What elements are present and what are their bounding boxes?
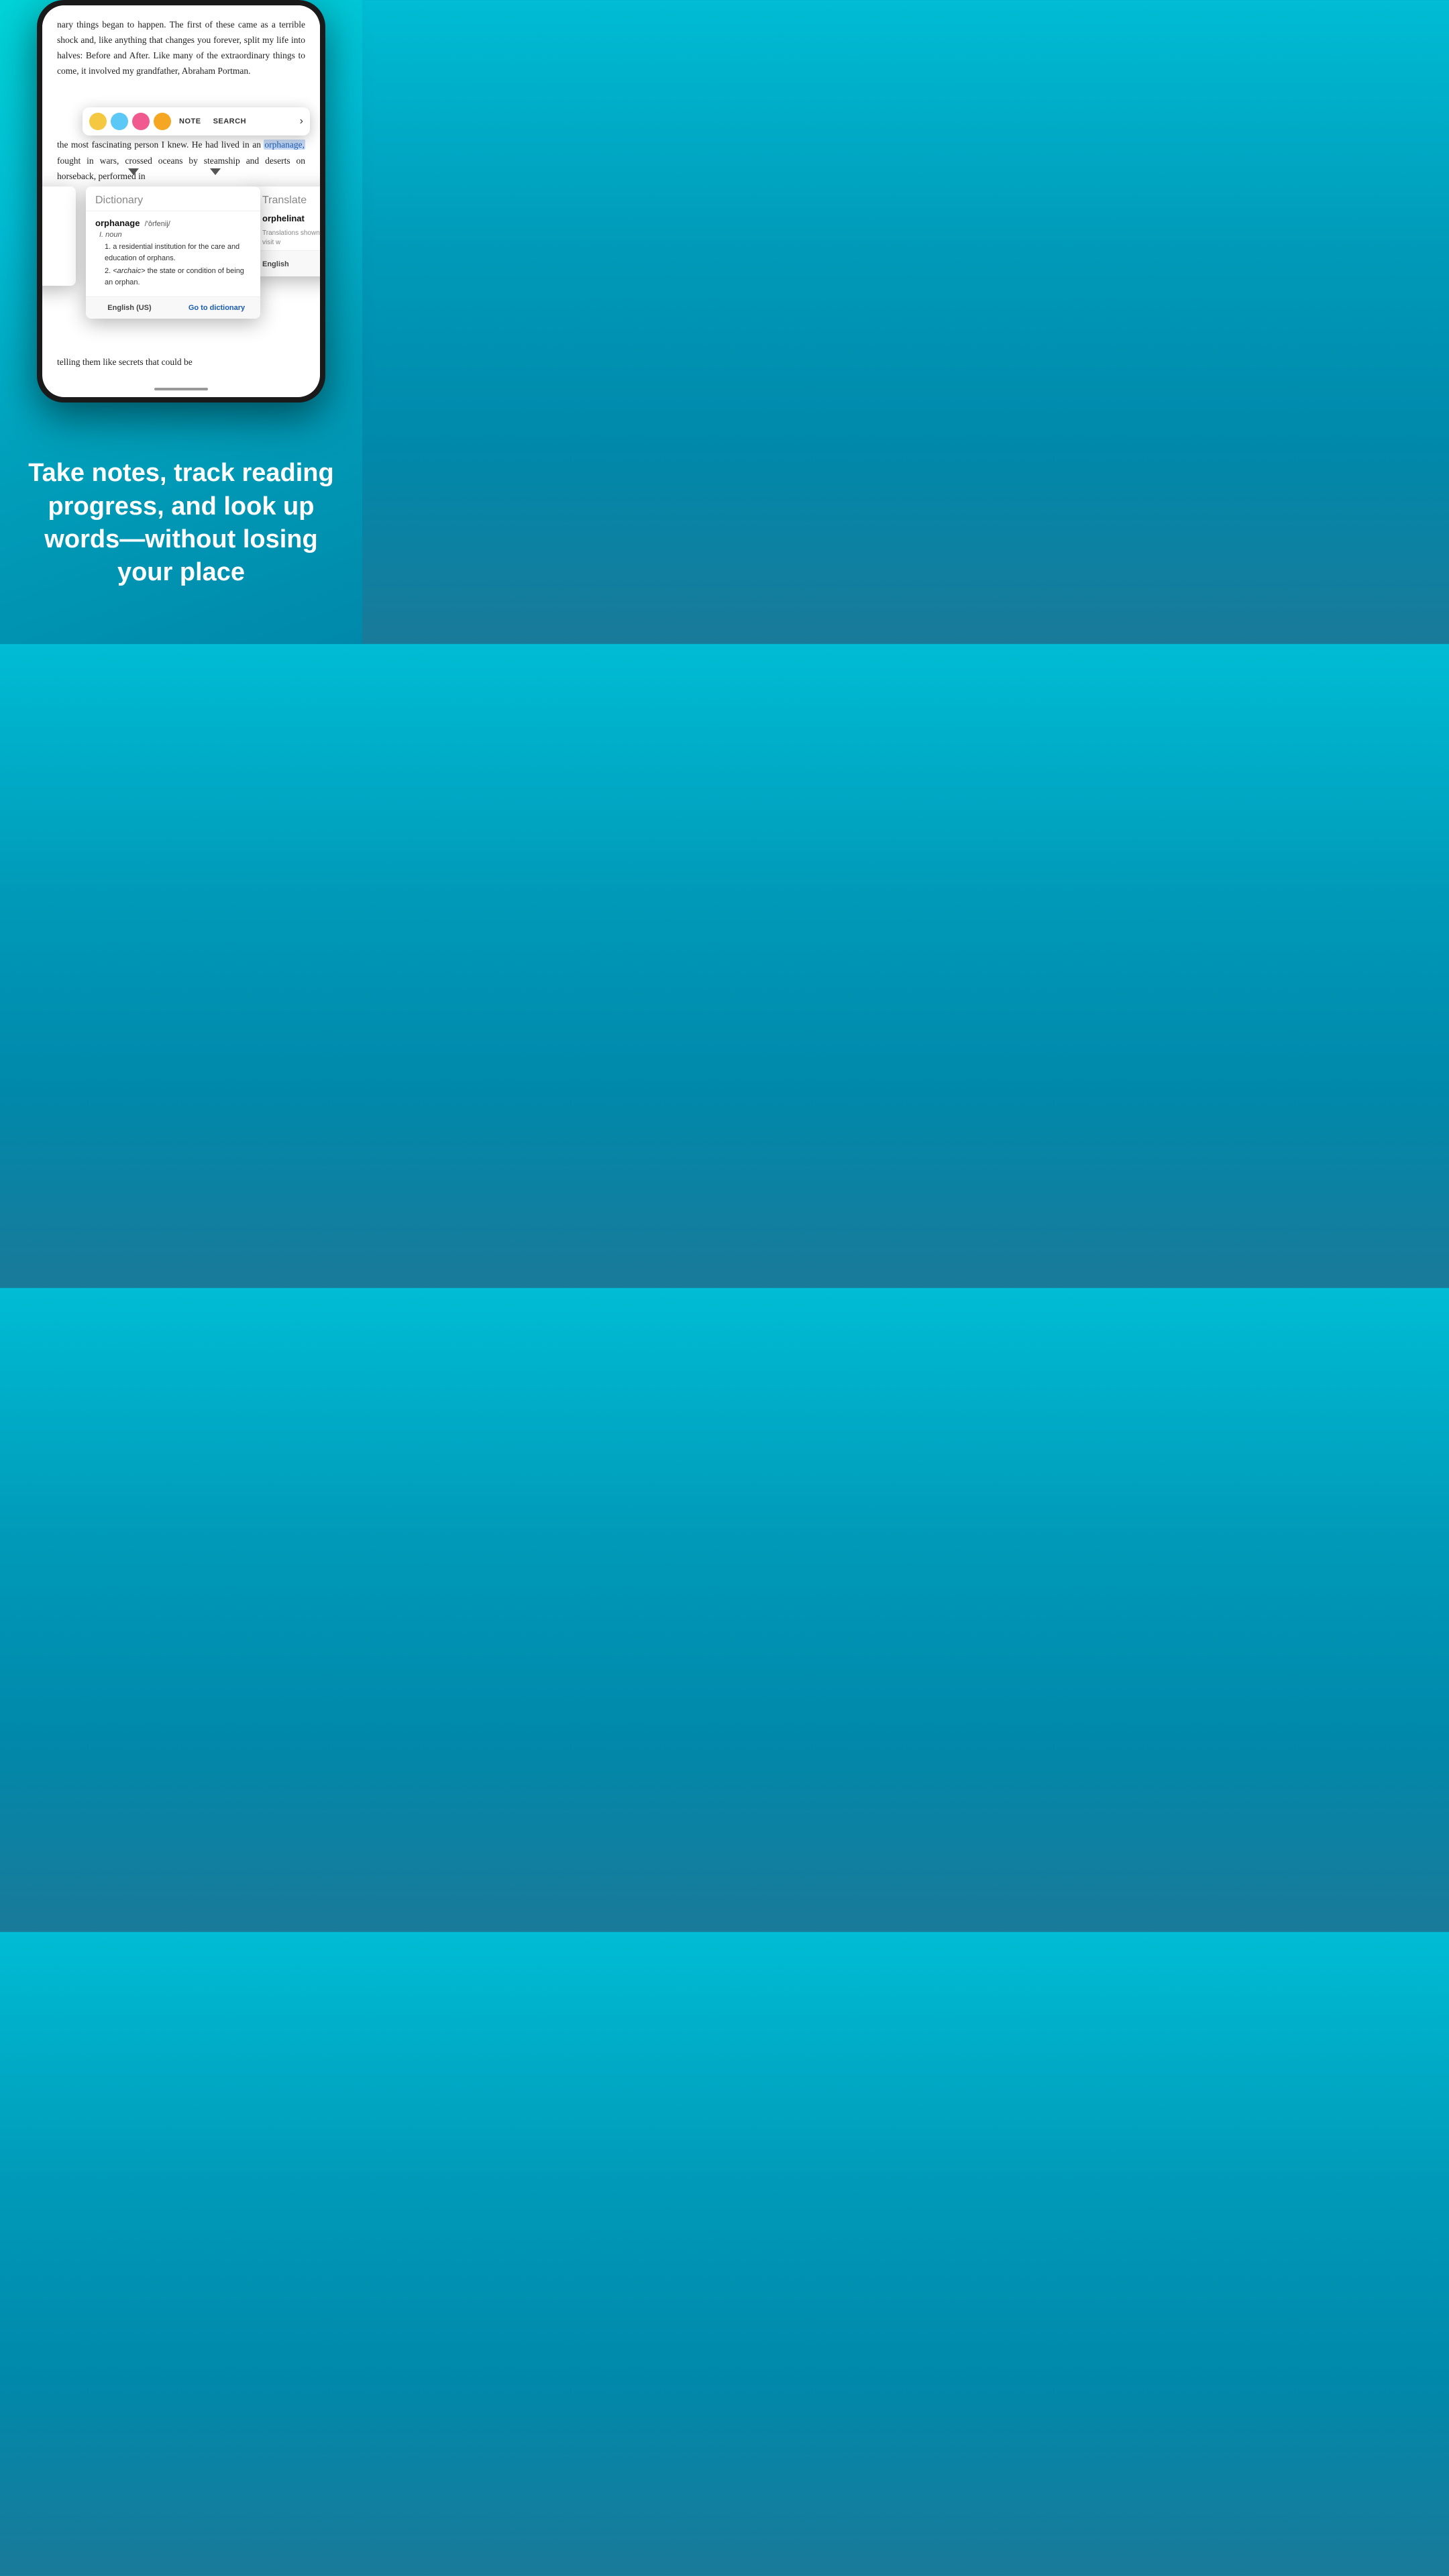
dictionary-word-line: orphanage /'ôrfenij/ bbox=[95, 218, 251, 228]
book-text-after-highlight: fought in wars, crossed oceans by steams… bbox=[57, 156, 305, 182]
dictionary-pos: I. noun bbox=[99, 231, 251, 239]
home-indicator bbox=[154, 388, 208, 390]
color-pink[interactable] bbox=[132, 113, 150, 130]
dictionary-def-2: 2. <archaic> the state or condition of b… bbox=[105, 266, 251, 288]
tagline-text: Take notes, track reading progress, and … bbox=[27, 457, 335, 590]
dictionary-def-1: 1. a residential institution for the car… bbox=[105, 241, 251, 264]
tagline-section: Take notes, track reading progress, and … bbox=[0, 402, 362, 644]
translate-word: orphelinat bbox=[253, 211, 320, 226]
dictionary-header: Dictionary bbox=[86, 186, 260, 211]
bottom-text-content: telling them like secrets that could be bbox=[57, 357, 193, 367]
color-orange[interactable] bbox=[154, 113, 171, 130]
go-to-dictionary-button[interactable]: Go to dictionary bbox=[173, 297, 260, 319]
selection-cursor-left bbox=[128, 168, 139, 175]
translate-header: Translate bbox=[253, 186, 320, 211]
translate-note: Translations shown. For more, visit w bbox=[253, 226, 320, 250]
translate-language-button[interactable]: English bbox=[262, 260, 289, 268]
search-button[interactable]: SEARCH bbox=[209, 115, 250, 128]
color-blue[interactable] bbox=[111, 113, 128, 130]
dictionary-body: orphanage /'ôrfenij/ I. noun 1. a reside… bbox=[86, 211, 260, 297]
dictionary-word: orphanage bbox=[95, 218, 140, 228]
note-button[interactable]: NOTE bbox=[175, 115, 205, 128]
dictionary-pos-label: noun bbox=[105, 231, 121, 239]
color-yellow[interactable] bbox=[89, 113, 107, 130]
selection-cursor-right bbox=[210, 168, 221, 175]
book-text-before-highlight: the most fascinating person I knew. He h… bbox=[57, 140, 264, 150]
highlighted-word: orphanage, bbox=[264, 140, 305, 150]
book-text-middle: the most fascinating person I knew. He h… bbox=[42, 137, 320, 184]
translate-panel[interactable]: Translate orphelinat Translations shown.… bbox=[253, 186, 320, 276]
language-button[interactable]: English (US) bbox=[86, 297, 173, 319]
translate-footer: English bbox=[253, 250, 320, 276]
phone-mockup: nary things began to happen. The first o… bbox=[37, 0, 325, 402]
wikipedia-link[interactable]: to Wikipedia bbox=[42, 268, 68, 279]
archaic-label: <archaic> bbox=[113, 267, 145, 275]
book-paragraph-1: nary things began to happen. The first o… bbox=[57, 17, 305, 79]
dictionary-popup[interactable]: Dictionary orphanage /'ôrfenij/ I. noun … bbox=[86, 186, 260, 319]
highlight-toolbar[interactable]: NOTE SEARCH › bbox=[83, 107, 310, 136]
dictionary-pronunciation: /'ôrfenij/ bbox=[145, 220, 170, 228]
dictionary-footer: English (US) Go to dictionary bbox=[86, 297, 260, 319]
wikipedia-panel[interactable]: ential ion or group care of ho, for t be… bbox=[42, 186, 76, 286]
book-text-top: nary things began to happen. The first o… bbox=[42, 5, 320, 83]
more-button[interactable]: › bbox=[300, 115, 303, 127]
book-text-bottom: telling them like secrets that could be bbox=[42, 354, 320, 370]
